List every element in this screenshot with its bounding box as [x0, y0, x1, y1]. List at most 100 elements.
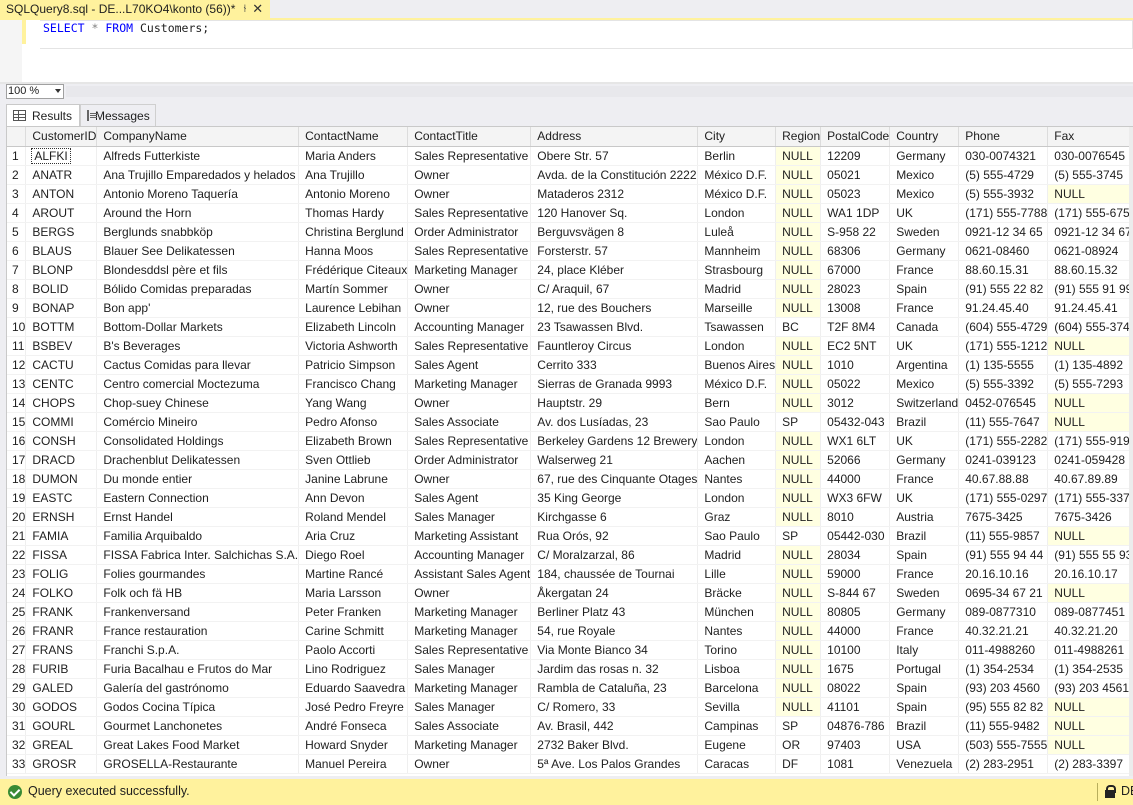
table-cell[interactable]: (1) 135-5555 [958, 355, 1049, 375]
table-cell[interactable]: Eugene [697, 735, 777, 755]
table-row[interactable]: 28 FURIB Furia Bacalhau e Frutos do Mar Lin… [7, 659, 1133, 679]
row-number[interactable]: 27 [7, 640, 27, 660]
table-cell[interactable]: NULL [775, 659, 822, 679]
table-cell[interactable]: Marketing Manager [407, 735, 532, 755]
table-cell[interactable]: Marketing Assistant [407, 526, 532, 546]
table-cell[interactable]: ERNSH [25, 507, 98, 527]
table-cell[interactable]: 011-4988260 [958, 640, 1049, 660]
table-cell[interactable]: 05023 [820, 184, 891, 204]
table-cell[interactable]: Owner [407, 469, 532, 489]
table-cell[interactable]: SP [775, 412, 822, 432]
grid-vertical-scrollbar[interactable] [1129, 127, 1133, 776]
table-cell[interactable]: Centro comercial Moctezuma [96, 374, 300, 394]
table-cell[interactable]: FRANR [25, 621, 98, 641]
table-cell[interactable]: NULL [775, 222, 822, 242]
table-cell[interactable]: Brazil [889, 716, 960, 736]
row-number[interactable]: 18 [7, 469, 27, 489]
table-cell[interactable]: 7675-3425 [958, 507, 1049, 527]
table-cell[interactable]: NULL [775, 450, 822, 470]
table-cell[interactable]: 184, chaussée de Tournai [530, 564, 699, 584]
table-cell[interactable]: FAMIA [25, 526, 98, 546]
column-header[interactable]: Fax [1047, 127, 1133, 147]
table-cell[interactable]: Yang Wang [298, 393, 409, 413]
table-cell[interactable]: Sales Manager [407, 697, 532, 717]
table-row[interactable]: 27 FRANS Franchi S.p.A. Paolo Accorti Sales … [7, 640, 1133, 660]
table-cell[interactable]: (5) 555-3745 [1047, 165, 1133, 185]
table-cell[interactable]: FRANS [25, 640, 98, 660]
row-number[interactable]: 11 [7, 336, 27, 356]
table-cell[interactable]: Owner [407, 754, 532, 774]
table-cell[interactable]: 91.24.45.41 [1047, 298, 1133, 318]
table-cell[interactable]: 97403 [820, 735, 891, 755]
table-cell[interactable]: 030-0074321 [958, 146, 1049, 166]
table-cell[interactable]: Marseille [697, 298, 777, 318]
table-cell[interactable]: Barcelona [697, 678, 777, 698]
column-header[interactable]: PostalCode [820, 127, 891, 147]
table-cell[interactable]: (604) 555-4729 [958, 317, 1049, 337]
table-row[interactable]: 16 CONSH Consolidated Holdings Elizabeth Br… [7, 431, 1133, 451]
table-cell[interactable]: London [697, 488, 777, 508]
table-cell[interactable]: 67, rue des Cinquante Otages [530, 469, 699, 489]
table-row[interactable]: 30 GODOS Godos Cocina Típica José Pedro Fre… [7, 697, 1133, 717]
table-cell[interactable]: Sales Manager [407, 659, 532, 679]
table-cell[interactable]: 88.60.15.31 [958, 260, 1049, 280]
table-cell[interactable]: 40.32.21.21 [958, 621, 1049, 641]
table-cell[interactable]: Owner [407, 165, 532, 185]
table-cell[interactable]: GROSR [25, 754, 98, 774]
table-row[interactable]: 29 GALED Galería del gastrónomo Eduardo Saa… [7, 678, 1133, 698]
table-cell[interactable]: Italy [889, 640, 960, 660]
table-row[interactable]: 11 BSBEV B's Beverages Victoria Ashworth Sal… [7, 336, 1133, 356]
table-cell[interactable]: André Fonseca [298, 716, 409, 736]
table-cell[interactable]: Marketing Manager [407, 678, 532, 698]
table-cell[interactable]: Berguvsvägen 8 [530, 222, 699, 242]
table-cell[interactable]: (11) 555-9857 [958, 526, 1049, 546]
table-cell[interactable]: 030-0076545 [1047, 146, 1133, 166]
table-cell[interactable]: Campinas [697, 716, 777, 736]
table-cell[interactable]: Madrid [697, 279, 777, 299]
row-number[interactable]: 32 [7, 735, 27, 755]
table-cell[interactable]: Victoria Ashworth [298, 336, 409, 356]
table-cell[interactable]: 12209 [820, 146, 891, 166]
column-header[interactable]: ContactName [298, 127, 409, 147]
table-cell[interactable]: Mataderos 2312 [530, 184, 699, 204]
table-cell[interactable]: Comércio Mineiro [96, 412, 300, 432]
table-cell[interactable]: S-958 22 [820, 222, 891, 242]
table-cell[interactable]: BLONP [25, 260, 98, 280]
table-cell[interactable]: (95) 555 82 82 [958, 697, 1049, 717]
table-cell[interactable]: Forsterstr. 57 [530, 241, 699, 261]
table-cell[interactable]: (1) 354-2535 [1047, 659, 1133, 679]
table-cell[interactable]: Spain [889, 279, 960, 299]
row-number[interactable]: 23 [7, 564, 27, 584]
table-cell[interactable]: CHOPS [25, 393, 98, 413]
zoom-dropdown[interactable]: 100 % [6, 84, 64, 99]
table-cell[interactable]: Berkeley Gardens 12 Brewery [530, 431, 699, 451]
table-cell[interactable]: José Pedro Freyre [298, 697, 409, 717]
table-cell[interactable]: (171) 555-6750 [1047, 203, 1133, 223]
row-number[interactable]: 20 [7, 507, 27, 527]
row-number[interactable]: 1 [7, 146, 27, 166]
table-cell[interactable]: Bern [697, 393, 777, 413]
table-cell[interactable]: BERGS [25, 222, 98, 242]
table-cell[interactable]: 0241-039123 [958, 450, 1049, 470]
table-cell[interactable]: 44000 [820, 621, 891, 641]
table-cell[interactable]: BLAUS [25, 241, 98, 261]
table-cell[interactable]: Gourmet Lanchonetes [96, 716, 300, 736]
table-cell[interactable]: Kirchgasse 6 [530, 507, 699, 527]
row-number[interactable]: 5 [7, 222, 27, 242]
row-number[interactable]: 30 [7, 697, 27, 717]
table-cell[interactable]: Marketing Manager [407, 374, 532, 394]
column-header[interactable]: CustomerID [25, 127, 98, 147]
table-cell[interactable]: FISSA Fabrica Inter. Salchichas S.A. [96, 545, 300, 565]
table-cell[interactable]: Maria Larsson [298, 583, 409, 603]
table-cell[interactable]: Manuel Pereira [298, 754, 409, 774]
table-cell[interactable]: Furia Bacalhau e Frutos do Mar [96, 659, 300, 679]
table-cell[interactable]: Sales Representative [407, 336, 532, 356]
table-cell[interactable]: 23 Tsawassen Blvd. [530, 317, 699, 337]
table-cell[interactable]: Franchi S.p.A. [96, 640, 300, 660]
table-cell[interactable]: DRACD [25, 450, 98, 470]
table-row[interactable]: 9 BONAP Bon app' Laurence Lebihan Owner 12, r… [7, 298, 1133, 318]
table-cell[interactable]: WX3 6FW [820, 488, 891, 508]
table-cell[interactable]: Antonio Moreno [298, 184, 409, 204]
row-number[interactable]: 14 [7, 393, 27, 413]
table-cell[interactable]: BC [775, 317, 822, 337]
